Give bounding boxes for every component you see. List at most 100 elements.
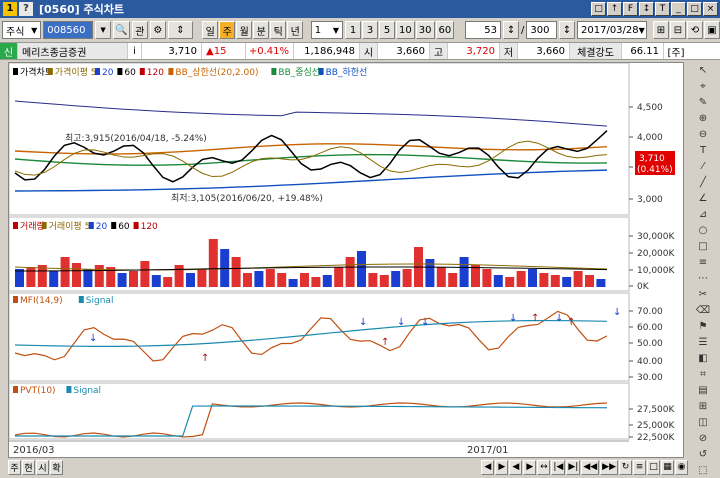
drawing-tool-icon-10[interactable]: ○ bbox=[695, 224, 711, 238]
drawing-tool-icon-3[interactable]: ⊕ bbox=[695, 112, 711, 126]
period-button-4[interactable]: 틱 bbox=[270, 21, 287, 39]
drawing-tool-icon-11[interactable]: □ bbox=[695, 240, 711, 254]
drawing-tool-icon-16[interactable]: ⚑ bbox=[695, 320, 711, 334]
period-button-5[interactable]: 년 bbox=[287, 21, 304, 39]
interval-button-5[interactable]: 60 bbox=[435, 21, 455, 39]
window-control-6[interactable]: □ bbox=[687, 2, 702, 16]
link-icon[interactable]: ⚙ bbox=[149, 21, 166, 39]
nav-button-icon-10[interactable]: ≡ bbox=[633, 459, 646, 475]
nav-button-icon-11[interactable]: □ bbox=[647, 459, 660, 475]
drawing-tool-icon-4[interactable]: ⊖ bbox=[695, 128, 711, 142]
drawing-tool-icon-6[interactable]: ⁄ bbox=[695, 160, 711, 174]
nav-button-icon-1[interactable]: ▶ bbox=[495, 459, 509, 475]
window-control-5[interactable]: _ bbox=[671, 2, 686, 16]
nav-button-icon-12[interactable]: ▦ bbox=[661, 459, 674, 475]
bottom-button-3[interactable]: 확 bbox=[50, 459, 63, 475]
drawing-tool-icon-23[interactable]: ⊘ bbox=[695, 432, 711, 446]
drawing-tool-icon-19[interactable]: ⌗ bbox=[695, 368, 711, 382]
drawing-tool-icon-20[interactable]: ▤ bbox=[695, 384, 711, 398]
nav-button-icon-9[interactable]: ↻ bbox=[619, 459, 632, 475]
drawing-tool-icon-0[interactable]: ↖ bbox=[695, 64, 711, 78]
total-input[interactable]: 300 bbox=[526, 21, 557, 39]
code-dropdown-button[interactable]: ▼ bbox=[95, 21, 112, 39]
step-stepper[interactable]: ⇕ bbox=[167, 21, 193, 39]
market-select[interactable]: 주식 ▼ bbox=[2, 21, 42, 39]
drawing-tool-icon-1[interactable]: ⌖ bbox=[695, 80, 711, 94]
info-icon[interactable]: i bbox=[128, 43, 142, 59]
toolbar-tool-icon-0[interactable]: ⊞ bbox=[653, 21, 669, 39]
drawing-tool-icon-15[interactable]: ⌫ bbox=[695, 304, 711, 318]
search-icon[interactable]: 🔍 bbox=[113, 21, 130, 39]
total-stepper[interactable]: ↕ bbox=[559, 21, 575, 39]
drawing-tool-icon-7[interactable]: ╱ bbox=[695, 176, 711, 190]
drawing-tool-icon-14[interactable]: ✂ bbox=[695, 288, 711, 302]
y-tick-label: 30.00 bbox=[637, 373, 663, 383]
period-button-2[interactable]: 월 bbox=[236, 21, 253, 39]
app-badge-icon[interactable]: 1 bbox=[3, 2, 17, 16]
help-icon[interactable]: ? bbox=[19, 2, 33, 16]
signal-up-arrow-icon: ↑ bbox=[201, 353, 209, 364]
unit-label: [주] bbox=[667, 47, 685, 59]
window-control-2[interactable]: F bbox=[623, 2, 638, 16]
y-tick-label: 22,500K bbox=[637, 433, 675, 443]
count-stepper[interactable]: ↕ bbox=[503, 21, 520, 39]
legend-label: 거래이평 5 bbox=[49, 221, 91, 232]
date-picker[interactable]: 2017/03/28 ▼ bbox=[577, 21, 647, 39]
interval-button-2[interactable]: 5 bbox=[379, 21, 396, 39]
drawing-tool-icon-17[interactable]: ☰ bbox=[695, 336, 711, 350]
chart-canvas[interactable]: 가격차트 가격이평 5 20 60 120 BB_상한선(20,2.00) BB_중심선 BB… bbox=[8, 62, 685, 459]
interval-button-3[interactable]: 10 bbox=[396, 21, 415, 39]
nav-button-icon-13[interactable]: ◉ bbox=[675, 459, 688, 475]
nav-button-icon-7[interactable]: ◀◀ bbox=[581, 459, 600, 475]
interval-button-4[interactable]: 30 bbox=[415, 21, 435, 39]
chart-area[interactable]: 가격차트 가격이평 5 20 60 120 BB_상한선(20,2.00) BB_중심선 BB… bbox=[8, 62, 684, 458]
bottom-button-1[interactable]: 현 bbox=[22, 459, 35, 475]
stock-code-input[interactable]: 008560 bbox=[43, 21, 94, 39]
drawing-tool-icon-2[interactable]: ✎ bbox=[695, 96, 711, 110]
window-control-3[interactable]: ↕ bbox=[639, 2, 654, 16]
nav-button-icon-5[interactable]: |◀ bbox=[551, 459, 566, 475]
y-tick-label: 4,500 bbox=[637, 103, 663, 113]
chevron-down-icon: ▼ bbox=[31, 25, 38, 35]
drawing-tool-icon-13[interactable]: ⋯ bbox=[695, 272, 711, 286]
window-control-1[interactable]: ↑ bbox=[607, 2, 622, 16]
count-input[interactable]: 53 bbox=[465, 21, 502, 39]
volume-bar bbox=[94, 265, 104, 287]
nav-button-icon-0[interactable]: ◀ bbox=[481, 459, 495, 475]
toolbar-tool-icon-3[interactable]: ▣ bbox=[704, 21, 720, 39]
period-button-0[interactable]: 일 bbox=[202, 21, 219, 39]
period-button-1[interactable]: 주 bbox=[219, 21, 236, 39]
window-control-0[interactable]: □ bbox=[591, 2, 606, 16]
period-button-3[interactable]: 분 bbox=[253, 21, 270, 39]
interval-button-1[interactable]: 3 bbox=[362, 21, 379, 39]
y-tick-label: 50.00 bbox=[637, 339, 663, 349]
toolbar-tool-icon-2[interactable]: ⟲ bbox=[687, 21, 703, 39]
drawing-tool-icon-12[interactable]: ≡ bbox=[695, 256, 711, 270]
related-button[interactable]: 관 bbox=[131, 21, 148, 39]
toolbar-right-buttons: ⊞ ⊟ ⟲ ▣ bbox=[653, 21, 720, 39]
bottom-button-0[interactable]: 주 bbox=[8, 459, 21, 475]
up-triangle-icon: ▲ bbox=[206, 45, 214, 57]
drawing-tool-icon-8[interactable]: ∠ bbox=[695, 192, 711, 206]
bottom-left-buttons: 주현시확 bbox=[8, 459, 63, 475]
bottom-toolbar: 주현시확 ◀ ▶ ◀ ▶ ↔ |◀ ▶| ◀◀ ▶▶ ↻ ≡ □ ▦ ◉ bbox=[0, 458, 720, 476]
drawing-tool-icon-18[interactable]: ◧ bbox=[695, 352, 711, 366]
nav-button-icon-6[interactable]: ▶| bbox=[566, 459, 581, 475]
toolbar-tool-icon-1[interactable]: ⊟ bbox=[670, 21, 686, 39]
open-value: 3,660 bbox=[378, 43, 430, 59]
nav-button-icon-4[interactable]: ↔ bbox=[537, 459, 551, 475]
drawing-tool-icon-9[interactable]: ⊿ bbox=[695, 208, 711, 222]
volume-bar bbox=[265, 269, 275, 287]
y-tick-label: 3,000 bbox=[637, 195, 663, 205]
nav-button-icon-8[interactable]: ▶▶ bbox=[600, 459, 618, 475]
bottom-button-2[interactable]: 시 bbox=[36, 459, 49, 475]
nav-button-icon-2[interactable]: ◀ bbox=[509, 459, 523, 475]
drawing-tool-icon-22[interactable]: ◫ bbox=[695, 416, 711, 430]
interval-select[interactable]: 1 ▼ bbox=[310, 21, 344, 39]
window-control-7[interactable]: × bbox=[703, 2, 718, 16]
window-control-4[interactable]: T bbox=[655, 2, 670, 16]
interval-button-0[interactable]: 1 bbox=[345, 21, 362, 39]
drawing-tool-icon-21[interactable]: ⊞ bbox=[695, 400, 711, 414]
nav-button-icon-3[interactable]: ▶ bbox=[523, 459, 537, 475]
drawing-tool-icon-5[interactable]: T bbox=[695, 144, 711, 158]
